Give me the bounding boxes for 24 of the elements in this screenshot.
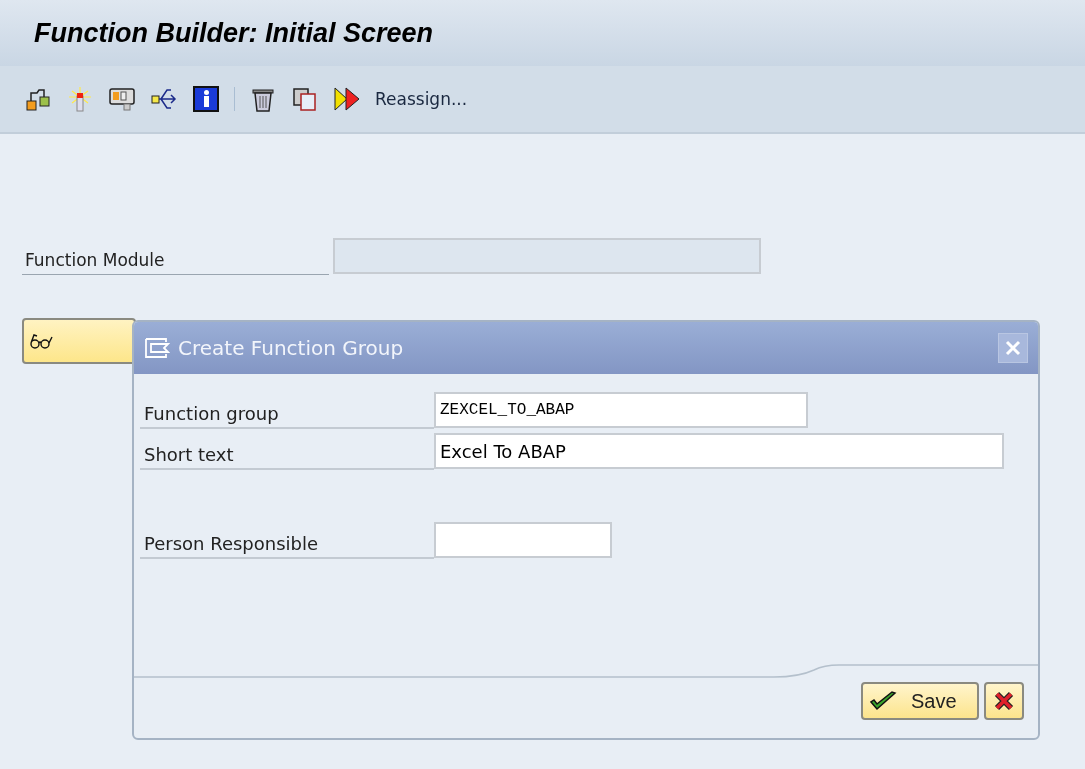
field-label: Function Module bbox=[22, 250, 329, 275]
cancel-button[interactable] bbox=[984, 682, 1024, 720]
window-title: Function Builder: Initial Screen bbox=[34, 17, 434, 49]
copy-icon[interactable] bbox=[291, 85, 319, 113]
save-button[interactable]: Save bbox=[861, 682, 979, 720]
input-field[interactable]: ZEXCEL_TO_ABAP bbox=[434, 392, 808, 428]
field-label: Function group bbox=[140, 403, 434, 429]
field-label: Person Responsible bbox=[140, 533, 434, 559]
create-icon bbox=[144, 337, 170, 359]
glasses-icon bbox=[28, 331, 54, 351]
info-icon[interactable] bbox=[192, 85, 220, 113]
input-field[interactable] bbox=[333, 238, 761, 274]
checkmark-icon bbox=[869, 690, 897, 712]
replace-arrows-icon[interactable] bbox=[333, 85, 361, 113]
display-icon[interactable] bbox=[108, 85, 136, 113]
display-button[interactable] bbox=[22, 318, 136, 364]
reassign-button[interactable]: Reassign... bbox=[375, 89, 468, 109]
close-icon bbox=[993, 690, 1015, 712]
magic-wand-icon[interactable] bbox=[66, 85, 94, 113]
dialog-title: Create Function Group bbox=[178, 336, 405, 360]
input-field[interactable]: Excel To ABAP bbox=[434, 433, 1004, 469]
close-icon bbox=[1005, 340, 1021, 356]
input-field[interactable] bbox=[434, 522, 612, 558]
field-label: Short text bbox=[140, 444, 434, 470]
